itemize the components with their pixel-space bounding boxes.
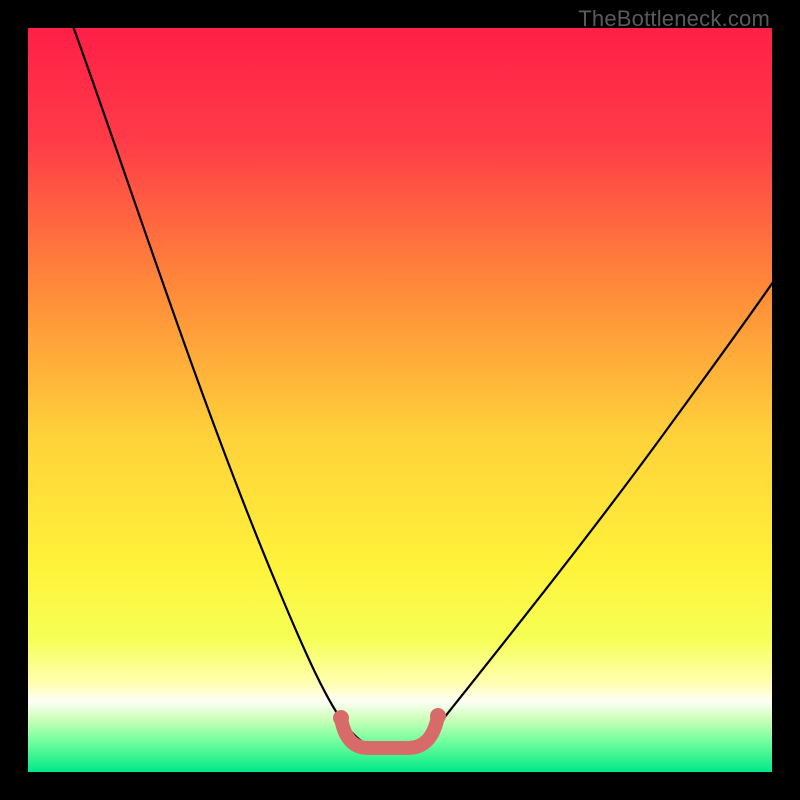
bottleneck-curve — [70, 28, 772, 746]
curve-layer — [28, 28, 772, 772]
sweet-spot-marker — [341, 716, 438, 748]
chart-frame: TheBottleneck.com — [0, 0, 800, 800]
watermark-text: TheBottleneck.com — [578, 6, 770, 32]
sweet-spot-dot-left — [333, 710, 349, 726]
plot-area — [28, 28, 772, 772]
sweet-spot-dot-right — [430, 708, 446, 724]
